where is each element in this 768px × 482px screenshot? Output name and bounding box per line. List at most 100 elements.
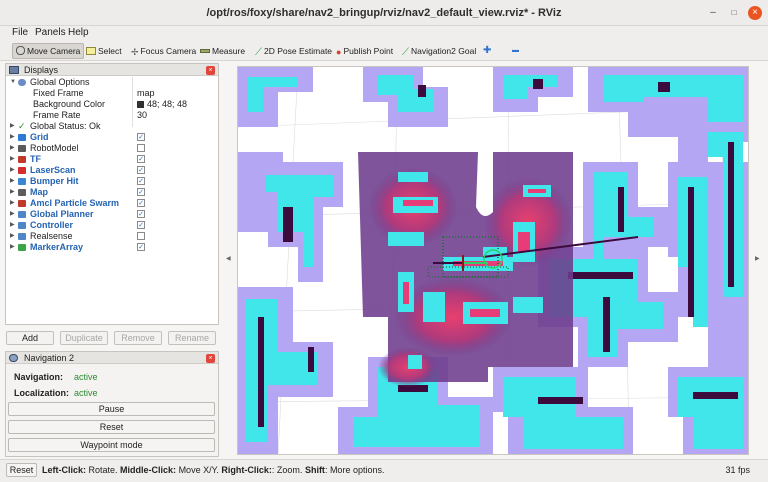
close-icon[interactable]: ×: [206, 354, 215, 363]
pause-button[interactable]: Pause: [8, 402, 215, 416]
tree-row-tf[interactable]: ▶ TF ✓: [6, 154, 218, 165]
expand-arrow-icon[interactable]: ▶: [10, 176, 17, 187]
pose-estimate-icon: ⟋: [255, 47, 262, 58]
display-checkbox[interactable]: ✓: [137, 210, 145, 218]
hint-segment: Shift: [304, 465, 325, 475]
remove-button[interactable]: Remove: [114, 331, 162, 345]
displays-panel: Displays × ▼ Global Options Fixed Frame …: [5, 63, 219, 325]
frame-rate-value[interactable]: 30: [137, 110, 147, 121]
local-costmap: [358, 152, 573, 387]
measure-button[interactable]: Measure: [197, 43, 248, 59]
displays-header: Displays ×: [6, 64, 218, 76]
tree-row-amcl-particle-swarm[interactable]: ▶ Amcl Particle Swarm ✓: [6, 198, 218, 209]
tree-row-global-status[interactable]: ▶ ✓ Global Status: Ok: [6, 121, 218, 132]
close-icon[interactable]: ×: [206, 66, 215, 75]
select-button[interactable]: Select: [83, 43, 125, 59]
displays-title: Displays: [24, 65, 59, 75]
hint-segment: : More options.: [324, 465, 385, 475]
display-checkbox[interactable]: [137, 232, 145, 240]
tree-row-map[interactable]: ▶ Map ✓: [6, 187, 218, 198]
tree-row-fixed-frame[interactable]: Fixed Frame map: [6, 88, 218, 99]
expand-arrow-icon[interactable]: ▶: [10, 132, 17, 143]
expand-arrow-icon[interactable]: ▶: [10, 198, 17, 209]
expand-arrow-icon[interactable]: ▶: [10, 154, 17, 165]
expand-arrow-icon[interactable]: ▶: [10, 165, 17, 176]
tree-row-realsense[interactable]: ▶ Realsense: [6, 231, 218, 242]
display-checkbox[interactable]: ✓: [137, 243, 145, 251]
move-camera-label: Move Camera: [27, 46, 81, 56]
publish-point-button[interactable]: ● Publish Point: [333, 43, 396, 59]
select-icon: [86, 47, 96, 55]
duplicate-button[interactable]: Duplicate: [60, 331, 108, 345]
display-label: Bumper Hit: [30, 176, 79, 186]
expand-arrow-icon[interactable]: ▶: [10, 187, 17, 198]
navigation-panel: Navigation 2 × Navigation: active Locali…: [5, 351, 219, 457]
hint-segment: Middle-Click:: [120, 465, 177, 475]
collapse-right-icon[interactable]: ▶: [755, 255, 760, 262]
close-icon[interactable]: ×: [748, 6, 762, 20]
focus-camera-button[interactable]: ✢ Focus Camera: [128, 43, 199, 59]
expand-arrow-icon[interactable]: ▶: [10, 242, 17, 253]
display-checkbox[interactable]: ✓: [137, 155, 145, 163]
tree-row-frame-rate[interactable]: Frame Rate 30: [6, 110, 218, 121]
display-label: Grid: [30, 132, 49, 142]
minimize-icon[interactable]: –: [706, 6, 720, 20]
remove-tool-icon[interactable]: ▬: [509, 43, 522, 59]
pose-estimate-button[interactable]: ⟋ 2D Pose Estimate: [252, 43, 335, 59]
nav-goal-button[interactable]: ⟋ Navigation2 Goal: [399, 43, 479, 59]
expand-arrow-icon[interactable]: ▶: [10, 231, 17, 242]
menu-file[interactable]: File: [12, 27, 28, 38]
fps-counter: 31 fps: [725, 465, 750, 475]
tree-row-laserscan[interactable]: ▶ LaserScan ✓: [6, 165, 218, 176]
move-camera-button[interactable]: Move Camera: [12, 43, 85, 59]
reset-nav-button[interactable]: Reset: [8, 420, 215, 434]
navigation-title: Navigation 2: [24, 353, 75, 363]
add-tool-icon[interactable]: ✚: [480, 43, 494, 59]
tree-row-controller[interactable]: ▶ Controller ✓: [6, 220, 218, 231]
menu-help[interactable]: Help: [68, 27, 89, 38]
tree-row-global-options[interactable]: ▼ Global Options: [6, 77, 218, 88]
publish-point-label: Publish Point: [343, 46, 394, 56]
tree-row-robotmodel[interactable]: ▶ RobotModel: [6, 143, 218, 154]
fixed-frame-value[interactable]: map: [137, 88, 155, 99]
maximize-icon[interactable]: □: [727, 6, 741, 20]
displays-buttons: Add Duplicate Remove Rename: [5, 331, 219, 345]
expand-arrow-icon[interactable]: ▶: [10, 143, 17, 154]
add-button[interactable]: Add: [6, 331, 54, 345]
title-bar: /opt/ros/foxy/share/nav2_bringup/rviz/na…: [0, 0, 768, 26]
display-label: Controller: [30, 220, 74, 230]
nav-goal-label: Navigation2 Goal: [411, 46, 477, 56]
display-checkbox[interactable]: ✓: [137, 177, 145, 185]
display-checkbox[interactable]: ✓: [137, 188, 145, 196]
hint-segment: Move X/Y.: [176, 465, 222, 475]
display-checkbox[interactable]: ✓: [137, 133, 145, 141]
display-checkbox[interactable]: ✓: [137, 221, 145, 229]
tree-row-bumper-hit[interactable]: ▶ Bumper Hit ✓: [6, 176, 218, 187]
move-camera-icon: [16, 46, 25, 55]
tree-row-background-color[interactable]: Background Color 48; 48; 48: [6, 99, 218, 110]
background-color-value[interactable]: 48; 48; 48: [137, 99, 187, 110]
render-viewport[interactable]: [237, 66, 749, 455]
rename-button[interactable]: Rename: [168, 331, 216, 345]
collapse-left-icon[interactable]: ◀: [226, 255, 231, 262]
localization-status: active: [74, 388, 98, 398]
display-checkbox[interactable]: [137, 144, 145, 152]
hint-segment: Right-Click:: [221, 465, 272, 475]
reset-view-button[interactable]: Reset: [6, 463, 37, 477]
tree-row-global-planner[interactable]: ▶ Global Planner ✓: [6, 209, 218, 220]
tree-row-markerarray[interactable]: ▶ MarkerArray ✓: [6, 242, 218, 253]
expand-arrow-icon[interactable]: ▶: [10, 209, 17, 220]
localization-label: Localization:: [14, 388, 70, 398]
display-checkbox[interactable]: ✓: [137, 166, 145, 174]
display-checkbox[interactable]: ✓: [137, 199, 145, 207]
costmap-render: [238, 67, 748, 454]
measure-label: Measure: [212, 46, 246, 56]
waypoint-mode-button[interactable]: Waypoint mode: [8, 438, 215, 452]
tree-row-grid[interactable]: ▶ Grid ✓: [6, 132, 218, 143]
menu-panels[interactable]: Panels: [35, 27, 66, 38]
folder-icon: [18, 222, 26, 229]
expand-arrow-icon[interactable]: ▼: [10, 77, 17, 88]
expand-arrow-icon[interactable]: ▶: [10, 220, 17, 231]
expand-arrow-icon[interactable]: ▶: [10, 121, 17, 132]
fixed-frame-label: Fixed Frame: [33, 88, 84, 98]
